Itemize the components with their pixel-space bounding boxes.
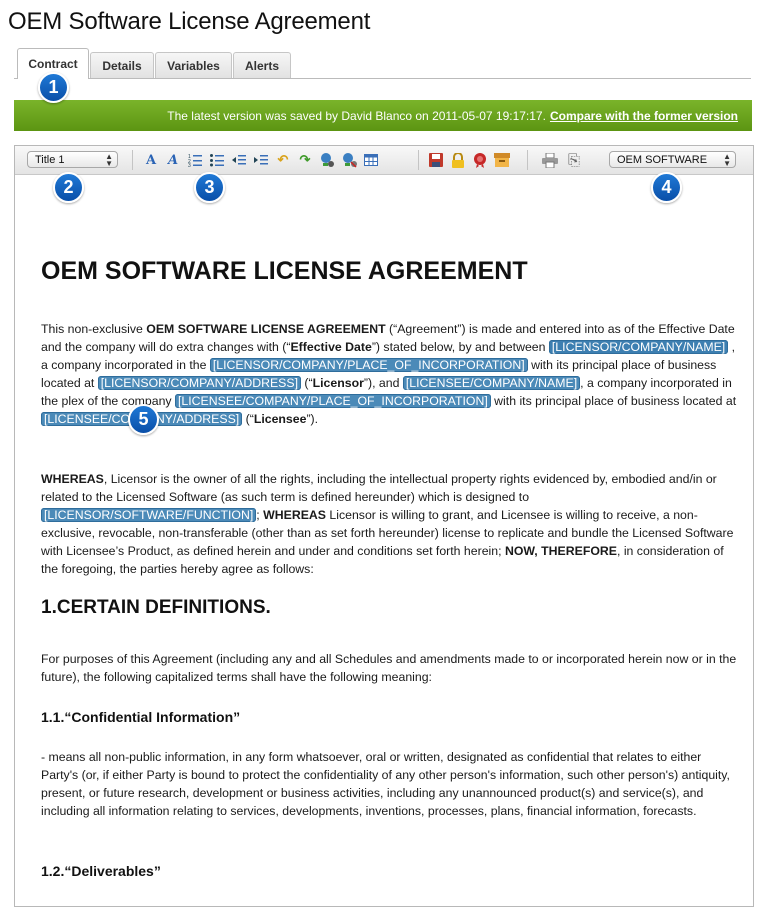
subsection-heading-confidential: 1.1.“Confidential Information” xyxy=(41,709,241,725)
callout-marker-1: 1 xyxy=(38,72,69,103)
save-status-bar: The latest version was saved by David Bl… xyxy=(14,100,752,131)
italic-icon[interactable]: A xyxy=(165,152,181,168)
unlink-icon[interactable] xyxy=(341,152,357,168)
variable-software-function[interactable]: [LICENSOR/SOFTWARE/FUNCTION] xyxy=(41,508,257,522)
toolbar-separator xyxy=(132,150,133,170)
template-select[interactable]: OEM SOFTWARE ▲ ▼ xyxy=(609,151,736,168)
tab-bar: Contract Details Variables Alerts xyxy=(14,48,751,79)
toolbar-separator xyxy=(527,150,528,170)
unordered-list-icon[interactable] xyxy=(209,152,225,168)
ordered-list-icon[interactable]: 123 xyxy=(187,152,203,168)
callout-marker-3: 3 xyxy=(194,172,225,203)
definitions-intro-paragraph: For purposes of this Agreement (includin… xyxy=(41,652,737,684)
page-title: OEM Software License Agreement xyxy=(8,8,371,35)
whereas-paragraph: WHEREAS, Licensor is the owner of all th… xyxy=(41,472,734,576)
tab-variables[interactable]: Variables xyxy=(155,52,232,78)
save-status-message: The latest version was saved by David Bl… xyxy=(167,108,546,123)
print-icon[interactable] xyxy=(542,152,558,168)
callout-marker-2: 2 xyxy=(53,172,84,203)
document-editor: Title 1 ▲ ▼ A A 123 ↶ ↷ ⎘ OEM SOFTWARE ▲… xyxy=(14,145,754,907)
compare-versions-link[interactable]: Compare with the former version xyxy=(550,109,738,123)
section-heading-definitions: 1.CERTAIN DEFINITIONS. xyxy=(41,597,271,618)
undo-icon[interactable]: ↶ xyxy=(275,152,291,168)
subsection-heading-deliverables: 1.2.“Deliverables” xyxy=(41,863,161,879)
variable-licensor-address[interactable]: [LICENSOR/COMPANY/ADDRESS] xyxy=(97,376,301,390)
confidential-definition-paragraph: - means all non-public information, in a… xyxy=(41,750,730,818)
tab-details[interactable]: Details xyxy=(90,52,154,78)
save-icon[interactable] xyxy=(428,152,444,168)
seal-icon[interactable] xyxy=(472,152,488,168)
tab-alerts[interactable]: Alerts xyxy=(233,52,291,78)
editor-toolbar: Title 1 ▲ ▼ A A 123 ↶ ↷ ⎘ OEM SOFTWARE ▲… xyxy=(15,146,753,175)
select-arrows-icon: ▲ ▼ xyxy=(105,152,113,168)
callout-marker-4: 4 xyxy=(651,172,682,203)
link-icon[interactable] xyxy=(319,152,335,168)
template-select-value: OEM SOFTWARE xyxy=(617,153,708,166)
paragraph-style-select[interactable]: Title 1 ▲ ▼ xyxy=(27,151,118,168)
toolbar-separator xyxy=(418,150,419,170)
callout-marker-5: 5 xyxy=(128,404,159,435)
variable-licensor-name[interactable]: [LICENSOR/COMPANY/NAME] xyxy=(548,340,729,354)
select-arrows-icon: ▲ ▼ xyxy=(723,152,731,168)
redo-icon[interactable]: ↷ xyxy=(297,152,313,168)
font-style-icon[interactable]: A xyxy=(143,152,159,168)
lock-icon[interactable] xyxy=(450,152,466,168)
archive-icon[interactable] xyxy=(494,152,510,168)
document-title: OEM SOFTWARE LICENSE AGREEMENT xyxy=(41,257,528,285)
paragraph-style-value: Title 1 xyxy=(35,153,65,166)
variable-licensee-name[interactable]: [LICENSEE/COMPANY/NAME] xyxy=(402,376,581,390)
variable-licensee-place[interactable]: [LICENSEE/COMPANY/PLACE_OF_INCORPORATION… xyxy=(174,394,491,408)
variable-licensor-place[interactable]: [LICENSOR/COMPANY/PLACE_OF_INCORPORATION… xyxy=(209,358,528,372)
table-icon[interactable] xyxy=(363,152,379,168)
outdent-icon[interactable] xyxy=(231,152,247,168)
indent-icon[interactable] xyxy=(253,152,269,168)
attach-icon[interactable]: ⎘ xyxy=(566,152,582,169)
svg-text:3: 3 xyxy=(188,163,191,167)
